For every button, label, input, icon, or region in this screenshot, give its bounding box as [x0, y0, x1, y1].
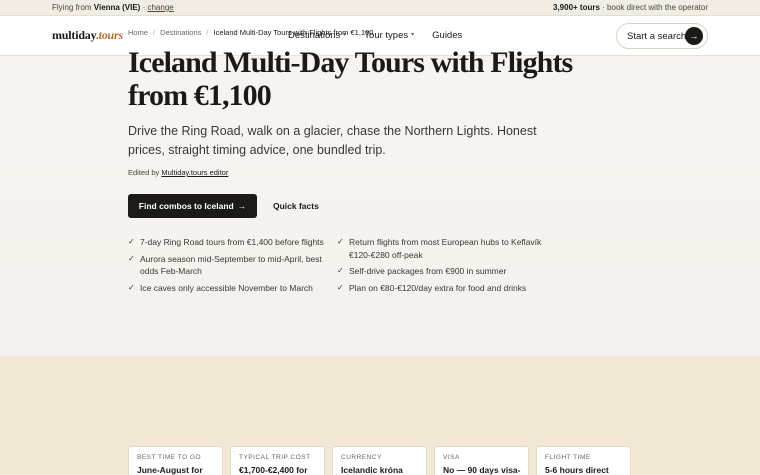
card-value: 5-6 hours direct — [545, 465, 609, 475]
list-item: ✓ Ice caves only accessible November to M… — [128, 282, 337, 295]
nav-item-guides[interactable]: Guides — [432, 30, 462, 41]
info-cards: Best time to go June-August for Typical t… — [128, 446, 631, 475]
info-card-best-time: Best time to go June-August for — [128, 446, 223, 475]
card-value: June-August for — [137, 465, 203, 475]
quick-facts-link[interactable]: Quick facts — [273, 201, 319, 211]
tour-count-info: 3,900+ tours · book direct with the oper… — [553, 3, 708, 12]
card-label: Flight time — [545, 454, 591, 461]
search-button-label: Start a search — [627, 30, 687, 42]
breadcrumb-separator: / — [206, 28, 209, 37]
fact-text: Aurora season mid-September to mid-April… — [140, 253, 322, 277]
check-icon: ✓ — [337, 282, 344, 292]
breadcrumb: Home / Destinations / Iceland Multi-Day … — [128, 28, 373, 37]
info-card-trip-cost: Typical trip cost €1,700-€2,400 for — [230, 446, 325, 475]
flying-from-label: Flying from — [52, 3, 92, 12]
check-icon: ✓ — [337, 266, 344, 275]
fact-text: Plan on €80-€120/day extra for food and … — [349, 282, 527, 293]
card-value: Icelandic króna — [341, 465, 403, 475]
card-label: Typical trip cost — [239, 454, 311, 461]
breadcrumb-separator: / — [153, 28, 156, 37]
page-title: Iceland Multi-Day Tours with Flights fro… — [128, 46, 573, 112]
list-item: ✓ 7-day Ring Road tours from €1,400 befor… — [128, 236, 337, 249]
logo-main: multiday — [52, 28, 96, 42]
origin-separator: · — [142, 3, 146, 12]
edited-by: Edited by Multiday.tours editor — [128, 168, 228, 177]
fact-text: Return flights from most European hubs t… — [349, 237, 542, 260]
check-icon: ✓ — [128, 253, 135, 263]
info-card-flight-time: Flight time 5-6 hours direct — [536, 446, 631, 475]
info-card-currency: Currency Icelandic króna — [332, 446, 427, 475]
facts-column-right: ✓ Return flights from most European hubs … — [337, 236, 548, 298]
breadcrumb-home[interactable]: Home — [128, 28, 148, 37]
change-origin-link[interactable]: change — [147, 3, 173, 12]
fact-text: Ice caves only accessible November to Ma… — [140, 282, 313, 293]
origin-info: Flying from Vienna (VIE) · change — [52, 3, 174, 12]
arrow-right-icon: → — [685, 27, 703, 45]
card-label: Currency — [341, 454, 382, 461]
facts-column-left: ✓ 7-day Ring Road tours from €1,400 befor… — [128, 236, 337, 298]
top-info-bar: Flying from Vienna (VIE) · change 3,900+… — [0, 0, 760, 16]
editor-link[interactable]: Multiday.tours editor — [161, 168, 228, 177]
list-item: ✓ Plan on €80-€120/day extra for food and… — [337, 282, 548, 295]
info-card-visa: Visa No — 90 days visa- — [434, 446, 529, 475]
tour-count: 3,900+ tours — [553, 3, 600, 12]
chevron-down-icon: ▾ — [411, 32, 415, 38]
key-facts-list: ✓ 7-day Ring Road tours from €1,400 befor… — [128, 236, 548, 298]
fact-text: 7-day Ring Road tours from €1,400 before… — [140, 237, 324, 247]
card-label: Visa — [443, 454, 460, 461]
site-logo[interactable]: multiday.tours — [52, 28, 123, 43]
breadcrumb-current: Iceland Multi-Day Tours with Flights fro… — [213, 28, 374, 37]
card-label: Best time to go — [137, 454, 202, 461]
start-search-button[interactable]: Start a search → — [616, 23, 708, 49]
card-value: No — 90 days visa- — [443, 465, 521, 475]
logo-tld: tours — [98, 28, 124, 42]
check-icon: ✓ — [128, 282, 135, 292]
find-combos-button[interactable]: Find combos to Iceland → — [128, 194, 257, 218]
origin-airport: Vienna (VIE) — [93, 3, 141, 12]
fact-text: Self-drive packages from €900 in summer — [349, 266, 507, 276]
list-item: ✓ Aurora season mid-September to mid-Apri… — [128, 253, 337, 278]
arrow-right-icon: → — [237, 201, 247, 211]
cta-label: Find combos to Iceland — [138, 201, 234, 211]
nav-item-label: Guides — [432, 30, 463, 41]
check-icon: ✓ — [128, 237, 135, 246]
list-item: ✓ Return flights from most European hubs … — [337, 236, 548, 261]
book-direct-text: · book direct with the operator — [602, 3, 708, 12]
breadcrumb-destinations[interactable]: Destinations — [160, 28, 201, 37]
check-icon: ✓ — [337, 237, 344, 246]
card-value: €1,700-€2,400 for — [239, 465, 308, 475]
list-item: ✓ Self-drive packages from €900 in summer — [337, 265, 548, 278]
edited-by-label: Edited by — [128, 168, 160, 177]
hero-lead: Drive the Ring Road, walk on a glacier, … — [128, 124, 537, 157]
